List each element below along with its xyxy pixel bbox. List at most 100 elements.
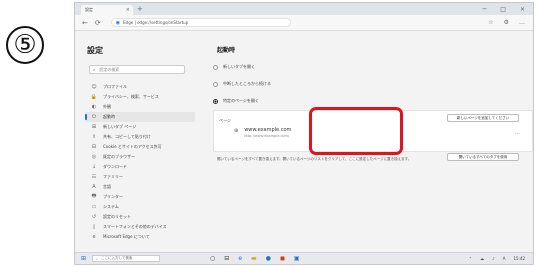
address-bar: ← ⟳ ◉ Edge | edge://settings/onStartup ☆…: [75, 15, 533, 31]
back-icon[interactable]: ←: [82, 19, 88, 27]
tab-label: 設定: [85, 7, 93, 12]
onedrive-icon[interactable]: ☁: [480, 256, 484, 261]
globe-icon: ⊕: [234, 128, 239, 134]
sidebar-item-default-browser[interactable]: ◎ 既定のブラウザー: [85, 152, 195, 162]
page-entry-title: www.example.com: [244, 127, 292, 133]
radio-button[interactable]: [213, 81, 218, 87]
ime-icon[interactable]: A: [503, 256, 506, 261]
edge-app-icon[interactable]: e: [238, 255, 242, 262]
sidebar-item-startup[interactable]: ⏻ 起動時: [85, 112, 195, 122]
sidebar-item-label: スマートフォンとその他のデバイス: [103, 224, 167, 229]
settings-search-input[interactable]: ⌕ 設定の検索: [89, 65, 185, 74]
radio-button-selected[interactable]: [213, 98, 218, 104]
system-icon: ▭: [91, 204, 97, 210]
cortana-icon[interactable]: ○: [210, 255, 215, 262]
minimize-icon[interactable]: ─: [483, 6, 487, 13]
taskbar-search-input[interactable]: ⌕ ここに入力して検索: [92, 255, 161, 262]
close-tab-icon[interactable]: ×: [126, 7, 130, 13]
favorite-icon[interactable]: ☆: [488, 19, 493, 26]
sidebar-item-label: プライバシー、検索、サービス: [103, 94, 159, 99]
add-page-button[interactable]: 新しいページを追加してください: [447, 114, 519, 122]
option-specific-pages[interactable]: 特定のページを開く: [213, 98, 259, 104]
step-marker: ⑤: [6, 26, 44, 64]
radio-button[interactable]: [213, 64, 218, 70]
page-entry-url: http://www.example.com/: [244, 134, 290, 138]
refresh-icon[interactable]: ⟳: [95, 19, 101, 27]
sidebar-item-label: 外観: [103, 104, 111, 109]
power-icon: ⏻: [92, 114, 96, 120]
browser-window: 設定 × + ─ □ × ← ⟳ ◉ Edge | edge://setting…: [74, 2, 534, 265]
edge-icon: e: [92, 234, 96, 240]
browser-icon: ◎: [91, 154, 97, 160]
start-icon[interactable]: ⊞: [81, 255, 86, 262]
sidebar-item-profile[interactable]: ☺ プロファイル: [85, 82, 195, 92]
more-options-icon[interactable]: …: [515, 130, 520, 136]
sidebar-item-new-tab[interactable]: ⊞ 新しいタブ ページ: [85, 122, 195, 132]
url-field[interactable]: ◉ Edge | edge://settings/onStartup: [110, 18, 291, 27]
search-placeholder: 設定の検索: [99, 66, 120, 72]
tray-chevron-icon[interactable]: ⌃: [469, 256, 472, 261]
option-label: 中断したところから続ける: [223, 81, 271, 86]
clock[interactable]: 15:42: [513, 256, 525, 261]
url-text: Edge | edge://settings/onStartup: [123, 20, 189, 25]
sidebar-item-system[interactable]: ▭ システム: [85, 202, 195, 212]
sidebar-item-label: ダウンロード: [103, 164, 127, 169]
close-window-icon[interactable]: ×: [520, 6, 525, 13]
new-tab-icon[interactable]: +: [137, 5, 143, 13]
edge-logo-icon: ◉: [115, 19, 121, 26]
sidebar-item-label: 既定のブラウザー: [103, 154, 135, 159]
sidebar-list: ☺ プロファイル 🔒 プライバシー、検索、サービス ◐ 外観 ⏻ 起動時 ⊞ 新しいタブ …: [85, 82, 195, 242]
sidebar-item-label: Microsoft Edge について: [103, 234, 150, 239]
mail-app-icon[interactable]: ▣: [294, 255, 300, 262]
sidebar-title: 設定: [87, 46, 103, 55]
family-icon: ☷: [91, 174, 97, 180]
printer-icon: 🖶: [91, 193, 97, 199]
sidebar-item-family[interactable]: ☷ ファミリー: [85, 172, 195, 182]
page-entry: ⊕ www.example.com http://www.example.com…: [234, 127, 291, 138]
download-icon: ↓: [91, 164, 97, 170]
extensions-icon[interactable]: ⚙: [504, 19, 509, 26]
task-view-icon[interactable]: ⊟: [224, 255, 229, 262]
option-label: 特定のページを開く: [223, 98, 259, 103]
sidebar-item-share[interactable]: ⇪ 共有、コピーして貼り付け: [85, 132, 195, 142]
sidebar-item-label: システム: [103, 204, 119, 209]
sidebar-item-printers[interactable]: 🖶 プリンター: [85, 192, 195, 202]
sidebar-item-appearance[interactable]: ◐ 外観: [85, 102, 195, 112]
use-open-tabs-button[interactable]: 開いているすべてのタブを使用: [447, 153, 519, 161]
sidebar-item-downloads[interactable]: ↓ ダウンロード: [85, 162, 195, 172]
office-app-icon[interactable]: ◼: [280, 255, 285, 262]
taskbar: ⊞ ⌕ ここに入力して検索 ○ ⊟ e ▬ ● ◼ ▣ ⌃ ☁ ♪ A 15:4…: [75, 252, 533, 264]
sidebar-item-languages[interactable]: A 言語: [85, 182, 195, 192]
sidebar-item-reset[interactable]: ↺ 設定のリセット: [85, 212, 195, 222]
system-tray: ⌃ ☁ ♪ A 15:42: [469, 256, 525, 261]
store-app-icon[interactable]: ●: [266, 255, 271, 262]
language-icon: A: [92, 184, 96, 190]
sidebar-item-phone[interactable]: ▯ スマートフォンとその他のデバイス: [85, 222, 195, 232]
sidebar-item-label: 起動時: [103, 114, 115, 119]
note-text: 開いているページをすべて置き換えます。開いているページのリストをクリアして、ここ…: [217, 157, 412, 161]
tab-bar: 設定 × + ─ □ ×: [75, 3, 533, 15]
sidebar-item-about[interactable]: e Microsoft Edge について: [85, 232, 195, 242]
sidebar-item-privacy[interactable]: 🔒 プライバシー、検索、サービス: [85, 92, 195, 102]
taskbar-apps: ○ ⊟ e ▬ ● ◼ ▣: [210, 255, 300, 262]
taskbar-search-placeholder: ここに入力して検索: [101, 256, 133, 260]
maximize-icon[interactable]: □: [500, 6, 506, 13]
window-controls: ─ □ ×: [483, 6, 525, 13]
phone-icon: ▯: [92, 224, 96, 230]
folder-app-icon[interactable]: ▬: [251, 255, 257, 262]
sidebar-item-label: 新しいタブ ページ: [103, 124, 137, 129]
sidebar-item-label: ファミリー: [103, 174, 123, 179]
profile-icon: ☺: [91, 84, 97, 90]
settings-sidebar: 設定 ⌕ 設定の検索 ☺ プロファイル 🔒 プライバシー、検索、サービス ◐ 外観 ⏻…: [75, 31, 203, 253]
tab-settings[interactable]: 設定 ×: [81, 5, 133, 15]
option-label: 新しいタブを開く: [223, 64, 255, 69]
page-title: 起動時: [217, 47, 236, 54]
cookie-icon: ⊟: [91, 144, 97, 150]
option-continue[interactable]: 中断したところから続ける: [213, 81, 271, 87]
search-icon: ⌕: [96, 256, 98, 261]
highlight-frame: [309, 107, 403, 155]
volume-icon[interactable]: ♪: [492, 256, 495, 261]
sidebar-item-cookies[interactable]: ⊟ Cookie とサイトのアクセス許可: [85, 142, 195, 152]
option-new-tab[interactable]: 新しいタブを開く: [213, 64, 255, 70]
more-menu-icon[interactable]: …: [519, 19, 525, 26]
